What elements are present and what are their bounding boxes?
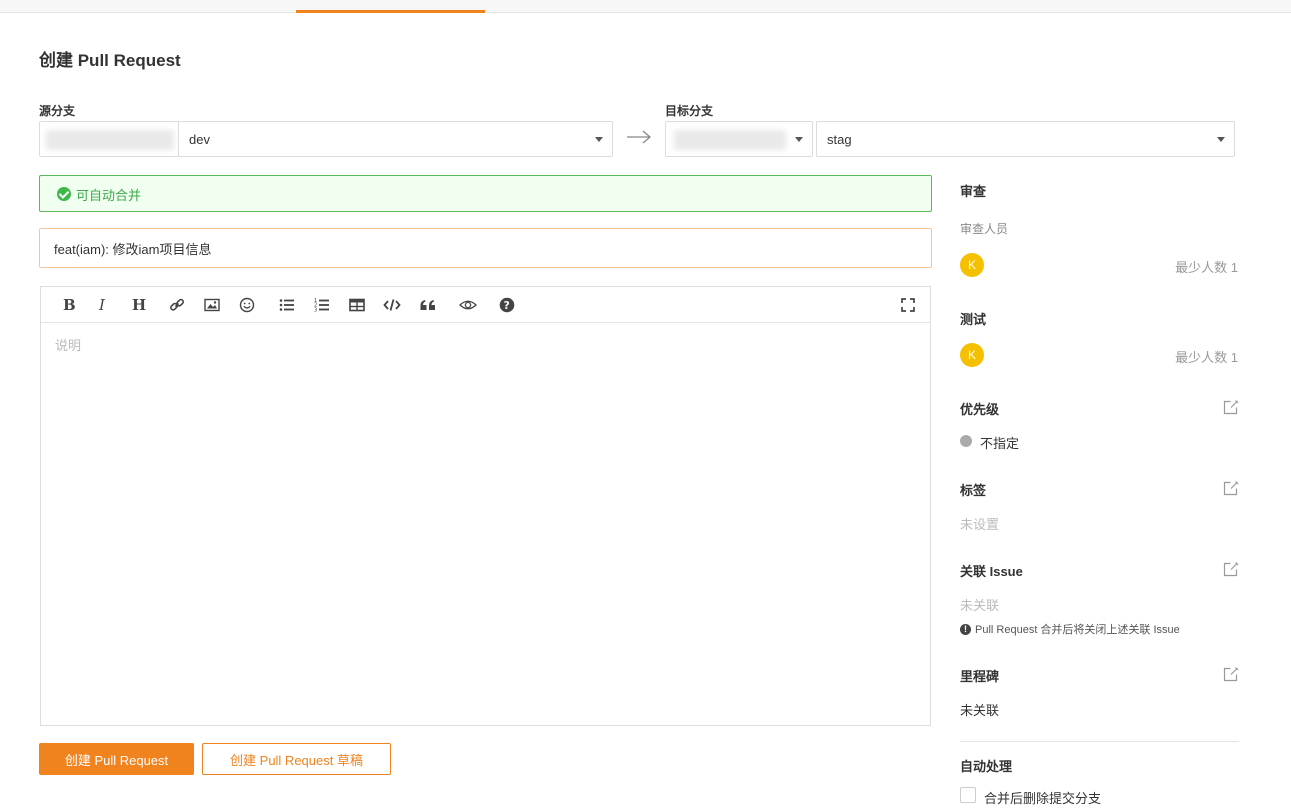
delete-branch-checkbox[interactable]: [960, 787, 976, 803]
code-icon[interactable]: [381, 294, 403, 316]
avatar[interactable]: K: [960, 253, 984, 277]
redacted-repo: [674, 130, 786, 150]
target-repo-select[interactable]: [665, 121, 813, 157]
svg-text:?: ?: [504, 300, 510, 312]
preview-icon[interactable]: [457, 294, 479, 316]
auto-title: 自动处理: [960, 759, 1013, 774]
merge-status-text: 可自动合并: [76, 188, 142, 203]
test-title: 测试: [960, 312, 987, 327]
chevron-down-icon: [1217, 137, 1225, 142]
description-editor[interactable]: B I H 123 ? 说明: [40, 286, 931, 726]
arrow-right-icon: [627, 130, 651, 144]
milestone-value: 未关联: [960, 703, 1000, 718]
top-tab-bar: [0, 0, 1291, 13]
edit-priority-icon[interactable]: [1223, 399, 1239, 415]
page-title: 创建 Pull Request: [39, 51, 181, 70]
avatar[interactable]: K: [960, 343, 984, 367]
unordered-list-icon[interactable]: [276, 294, 298, 316]
edit-labels-icon[interactable]: [1223, 480, 1239, 496]
check-circle-icon: [57, 187, 71, 201]
labels-value: 未设置: [960, 517, 1000, 532]
help-icon[interactable]: ?: [496, 294, 518, 316]
source-branch-label: 源分支: [39, 104, 76, 118]
merge-status-banner: 可自动合并: [39, 175, 932, 212]
source-branch-select[interactable]: dev: [178, 121, 613, 157]
redacted-repo: [46, 130, 174, 150]
edit-milestone-icon[interactable]: [1223, 666, 1239, 682]
sidebar-divider: [960, 741, 1239, 742]
chevron-down-icon: [595, 137, 603, 142]
issue-note-text: Pull Request 合并后将关闭上述关联 Issue: [975, 624, 1180, 636]
italic-icon[interactable]: I: [91, 294, 113, 316]
priority-title: 优先级: [960, 402, 1000, 417]
emoji-icon[interactable]: [236, 294, 258, 316]
active-tab-indicator: [296, 10, 485, 13]
milestone-title: 里程碑: [960, 669, 1000, 684]
image-icon[interactable]: [201, 294, 223, 316]
pr-title-input[interactable]: [39, 228, 932, 268]
svg-text:B: B: [63, 297, 76, 313]
priority-dot: [960, 435, 972, 447]
quote-icon[interactable]: [417, 294, 439, 316]
issue-value: 未关联: [960, 598, 1000, 613]
delete-branch-label: 合并后删除提交分支: [984, 791, 1102, 806]
reviewers-label: 审查人员: [960, 222, 1009, 236]
source-branch-value: dev: [189, 132, 210, 147]
create-draft-pr-button[interactable]: 创建 Pull Request 草稿: [202, 743, 391, 775]
editor-toolbar: B I H 123 ?: [41, 287, 930, 323]
svg-text:3: 3: [314, 307, 317, 313]
svg-text:I: I: [98, 297, 106, 313]
chevron-down-icon: [795, 137, 803, 142]
svg-text:H: H: [132, 297, 146, 313]
create-pr-button[interactable]: 创建 Pull Request: [39, 743, 194, 775]
test-min-count: 最少人数 1: [1175, 350, 1238, 365]
review-min-count: 最少人数 1: [1175, 260, 1238, 275]
fullscreen-icon[interactable]: [897, 294, 919, 316]
source-repo-select[interactable]: [39, 121, 179, 157]
target-branch-label: 目标分支: [665, 104, 714, 118]
target-branch-select[interactable]: stag: [816, 121, 1235, 157]
bold-icon[interactable]: B: [57, 294, 79, 316]
link-icon[interactable]: [166, 294, 188, 316]
issue-title: 关联 Issue: [960, 564, 1023, 579]
edit-issue-icon[interactable]: [1223, 561, 1239, 577]
table-icon[interactable]: [346, 294, 368, 316]
heading-icon[interactable]: H: [127, 294, 149, 316]
info-icon: !: [960, 623, 971, 635]
priority-value: 不指定: [980, 436, 1020, 451]
review-title: 审查: [960, 184, 987, 199]
ordered-list-icon[interactable]: 123: [311, 294, 333, 316]
labels-title: 标签: [960, 483, 987, 498]
target-branch-value: stag: [827, 132, 852, 147]
issue-note: ! Pull Request 合并后将关闭上述关联 Issue: [960, 621, 1180, 637]
description-placeholder: 说明: [55, 338, 82, 353]
